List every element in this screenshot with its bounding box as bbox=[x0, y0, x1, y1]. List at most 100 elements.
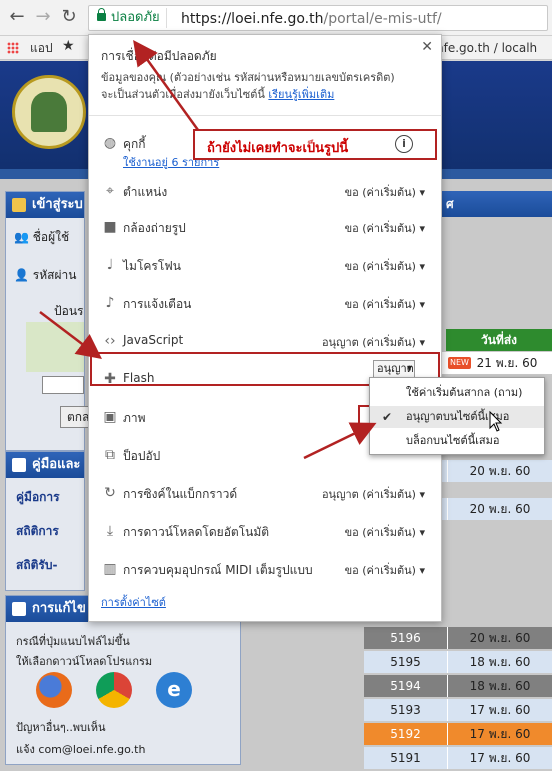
manual-panel-header: คู่มือและ bbox=[6, 452, 84, 478]
row-date: 20 พ.ย. 60 bbox=[448, 460, 552, 482]
row-date: 18 พ.ย. 60 bbox=[448, 651, 552, 673]
sync-icon: ↻ bbox=[104, 485, 116, 501]
row-date: 17 พ.ย. 60 bbox=[448, 747, 552, 769]
option-use-global-default[interactable]: ใช้ค่าเริ่มต้นสากล (ถาม) bbox=[370, 382, 544, 404]
apps-grid-icon[interactable] bbox=[7, 42, 19, 54]
permission-name: ไมโครโฟน bbox=[123, 259, 182, 273]
site-info-popup: ✕ การเชื่อมต่อมีปลอดภัย ข้อมูลของคุณ (ตั… bbox=[88, 34, 442, 622]
permission-value[interactable]: ขอ (ค่าเริ่มต้น) bbox=[345, 257, 425, 275]
table-row: 5194 18 พ.ย. 60 bbox=[364, 675, 552, 697]
row-id[interactable]: 5191 bbox=[364, 747, 448, 769]
permission-row-3[interactable]: ♪ การแจ้งเตือน ขอ (ค่าเริ่มต้น) bbox=[89, 291, 441, 317]
row-id[interactable]: 5195 bbox=[364, 651, 448, 673]
cookie-icon: ◍ bbox=[103, 135, 117, 151]
permission-value[interactable]: ขอ (ค่าเริ่มต้น) bbox=[345, 561, 425, 579]
permission-row-0[interactable]: ⌖ ตำแหน่ง ขอ (ค่าเริ่มต้น) bbox=[89, 179, 441, 205]
permission-row-2[interactable]: ♩ ไมโครโฟน ขอ (ค่าเริ่มต้น) bbox=[89, 253, 441, 279]
popup-icon: ⧉ bbox=[105, 447, 115, 463]
option-always-block[interactable]: บล็อกบนไซต์นี้เสมอ bbox=[370, 430, 544, 452]
row-id[interactable]: 5196 bbox=[364, 627, 448, 649]
annotation-callout: ถ้ายังไม่เคยทำจะเป็นรูปนี้ i bbox=[193, 129, 437, 160]
organization-seal bbox=[12, 75, 86, 149]
browser-toolbar: ← → ↻ ปลอดภัย https://loei.nfe.go.th/por… bbox=[0, 0, 552, 36]
secure-indicator[interactable]: ปลอดภัย bbox=[93, 8, 167, 28]
row-id[interactable]: 5192 bbox=[364, 723, 448, 745]
new-badge: NEW bbox=[448, 357, 471, 369]
key-icon bbox=[12, 198, 26, 212]
divider bbox=[89, 115, 441, 116]
login-button[interactable]: ตกล bbox=[60, 406, 90, 428]
close-icon[interactable]: ✕ bbox=[421, 39, 433, 55]
permission-value[interactable]: ขอ (ค่าเริ่มต้น) bbox=[345, 523, 425, 541]
back-arrow-icon[interactable]: ← bbox=[6, 6, 28, 28]
row-id[interactable]: 5193 bbox=[364, 699, 448, 721]
problem-text: ปัญหาอื่นๆ..พบเห็น bbox=[16, 721, 106, 734]
window-icon bbox=[12, 458, 26, 472]
row-date: 17 พ.ย. 60 bbox=[448, 723, 552, 745]
permission-name: กล้องถ่ายรูป bbox=[123, 221, 186, 235]
date-column-header: วันที่ส่ง bbox=[446, 329, 552, 351]
forward-arrow-icon[interactable]: → bbox=[32, 6, 54, 28]
manual-panel: คู่มือและ คู่มือการ สถิติการ สถิติรับ- bbox=[5, 451, 85, 591]
row-date: 20 พ.ย. 60 bbox=[448, 498, 552, 520]
permission-name: การดาวน์โหลดโดยอัตโนมัติ bbox=[123, 525, 270, 539]
permission-name: ตำแหน่ง bbox=[123, 185, 168, 199]
table-row: 5196 20 พ.ย. 60 bbox=[364, 627, 552, 649]
image-icon: ▣ bbox=[103, 409, 117, 425]
star-icon[interactable]: ★ bbox=[62, 38, 75, 54]
learn-more-link[interactable]: เรียนรู้เพิ่มเติม bbox=[268, 88, 334, 101]
microphone-icon: ♩ bbox=[106, 257, 114, 273]
username-label: 👥 ชื่อผู้ใช้ bbox=[14, 230, 70, 244]
camera-icon: ■ bbox=[103, 219, 117, 235]
window-icon bbox=[12, 602, 26, 616]
contact-text: แจ้ง com@loei.nfe.go.th bbox=[16, 743, 146, 756]
stats-receive-link[interactable]: สถิติรับ- bbox=[16, 556, 57, 575]
chrome-icon[interactable] bbox=[96, 672, 132, 708]
info-icon: i bbox=[395, 135, 413, 153]
url-text[interactable]: https://loei.nfe.go.th/portal/e-mis-utf/ bbox=[181, 9, 442, 29]
bell-icon: ♪ bbox=[105, 295, 115, 311]
lock-icon bbox=[97, 8, 106, 21]
flash-options-dropdown: ใช้ค่าเริ่มต้นสากล (ถาม) ✔ อนุญาตบนไซต์น… bbox=[369, 377, 545, 455]
permission-name: ภาพ bbox=[123, 411, 146, 425]
permission-value[interactable]: ขอ (ค่าเริ่มต้น) bbox=[345, 183, 425, 201]
code-icon: ‹› bbox=[104, 333, 116, 349]
permission-name: การควบคุมอุปกรณ์ MIDI เต็มรูปแบบ bbox=[123, 563, 313, 577]
captcha-label: ป้อนร bbox=[54, 304, 84, 318]
fix-text-1: กรณีที่ปุ่มแนบไฟล์ไม่ขึ้น bbox=[16, 635, 130, 648]
download-icon: ⤓ bbox=[106, 523, 114, 539]
table-row: 5191 17 พ.ย. 60 bbox=[364, 747, 552, 769]
permission-row-8[interactable]: ↻ การซิงค์ในแบ็กกราวด์ อนุญาต (ค่าเริ่มต้น… bbox=[89, 481, 441, 507]
reload-icon[interactable]: ↻ bbox=[58, 6, 80, 28]
connection-title: การเชื่อมต่อมีปลอดภัย bbox=[101, 49, 217, 63]
site-settings-link[interactable]: การตั้งค่าไซต์ bbox=[101, 593, 166, 611]
login-panel: เข้าสู่ระบ 👥 ชื่อผู้ใช้ 👤 รหัสผ่าน ป้อนร… bbox=[5, 191, 90, 451]
permission-value[interactable]: ขอ (ค่าเริ่มต้น) bbox=[345, 295, 425, 313]
row-id[interactable]: 5194 bbox=[364, 675, 448, 697]
captcha-input[interactable] bbox=[42, 376, 84, 394]
manual-link[interactable]: คู่มือการ bbox=[16, 488, 60, 507]
table-row: 5192 17 พ.ย. 60 bbox=[364, 723, 552, 745]
row-date: 20 พ.ย. 60 bbox=[448, 627, 552, 649]
fix-text-2: ให้เลือกดาวน์โหลดโปรแกรม bbox=[16, 655, 153, 668]
secure-label: ปลอดภัย bbox=[111, 10, 160, 25]
permission-name: การแจ้งเตือน bbox=[123, 297, 192, 311]
password-label: 👤 รหัสผ่าน bbox=[14, 268, 77, 282]
table-row: 5193 17 พ.ย. 60 bbox=[364, 699, 552, 721]
apps-bookmark[interactable]: แอป bbox=[30, 40, 53, 56]
address-bar[interactable]: ปลอดภัย https://loei.nfe.go.th/portal/e-… bbox=[88, 5, 548, 31]
option-always-allow[interactable]: ✔ อนุญาตบนไซต์นี้เสมอ bbox=[370, 406, 544, 428]
firefox-icon[interactable] bbox=[36, 672, 72, 708]
row-date: 17 พ.ย. 60 bbox=[448, 699, 552, 721]
permission-row-10[interactable]: ▥ การควบคุมอุปกรณ์ MIDI เต็มรูปแบบ ขอ (ค่า… bbox=[89, 557, 441, 583]
permission-value[interactable]: อนุญาต (ค่าเริ่มต้น) bbox=[322, 485, 425, 503]
permission-row-9[interactable]: ⤓ การดาวน์โหลดโดยอัตโนมัติ ขอ (ค่าเริ่มต้น… bbox=[89, 519, 441, 545]
bookmark-partial[interactable]: nfe.go.th / localh bbox=[436, 40, 537, 56]
permission-value[interactable]: อนุญาต (ค่าเริ่มต้น) bbox=[322, 333, 425, 351]
row-date: 18 พ.ย. 60 bbox=[448, 675, 552, 697]
internet-explorer-icon[interactable]: e bbox=[156, 672, 192, 708]
permission-value[interactable]: ขอ (ค่าเริ่มต้น) bbox=[345, 219, 425, 237]
table-row: 5195 18 พ.ย. 60 bbox=[364, 651, 552, 673]
permission-row-1[interactable]: ■ กล้องถ่ายรูป ขอ (ค่าเริ่มต้น) bbox=[89, 215, 441, 241]
stats-link[interactable]: สถิติการ bbox=[16, 522, 59, 541]
